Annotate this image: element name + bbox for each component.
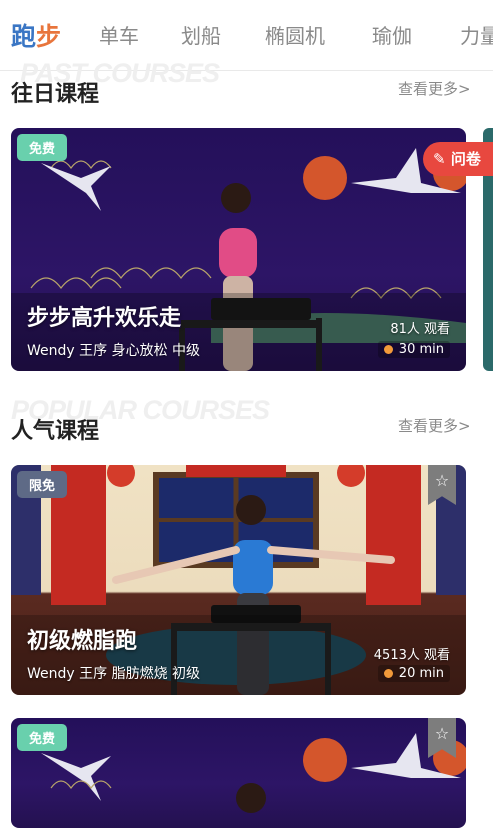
course-card[interactable]: 限免 ☆ 初级燃脂跑 Wendy 王序 脂肪燃烧 初级 4513人 观看 20 … [11,465,466,695]
duration: 30 min [377,341,450,358]
popular-section-title: 人气课程 [11,419,100,444]
duration: 20 min [377,665,450,682]
feedback-button[interactable]: ✎ 问卷 [423,142,493,176]
edit-icon: ✎ [433,150,446,168]
tab-elliptical[interactable]: 椭圆机 [265,20,325,49]
course-card-artwork [41,733,466,813]
popular-see-more-link[interactable]: 查看更多> [398,415,471,436]
tab-running-label: 跑步 [11,22,62,51]
duration-label: 20 min [398,666,444,681]
tab-strength[interactable]: 力量 [460,20,493,49]
past-see-more-link[interactable]: 查看更多> [398,78,471,99]
limited-free-badge: 限免 [17,471,68,498]
free-badge: 免费 [17,724,68,751]
course-title: 步步高升欢乐走 [27,306,182,331]
duration-label: 30 min [398,342,444,357]
clock-icon [383,669,393,678]
feedback-label: 问卷 [450,150,481,168]
course-card[interactable]: 免费 步步高升欢乐走 Wendy 王序 身心放松 中级 81人 观看 30 mi… [11,128,466,371]
tab-cycling[interactable]: 单车 [99,20,139,49]
course-meta: Wendy 王序 身心放松 中级 [27,343,201,359]
past-section-title: 往日课程 [11,82,100,107]
tab-yoga[interactable]: 瑜伽 [372,20,412,49]
free-badge: 免费 [17,134,68,161]
view-count: 4513人 观看 [373,648,450,663]
course-card[interactable]: 免费 ☆ [11,718,466,828]
view-count: 81人 观看 [390,322,450,337]
tab-running[interactable]: 跑步 [11,17,61,53]
clock-icon [383,345,393,354]
course-meta: Wendy 王序 脂肪燃烧 初级 [27,666,201,682]
tab-rowing[interactable]: 划船 [181,20,221,49]
course-title: 初级燃脂跑 [27,629,138,654]
